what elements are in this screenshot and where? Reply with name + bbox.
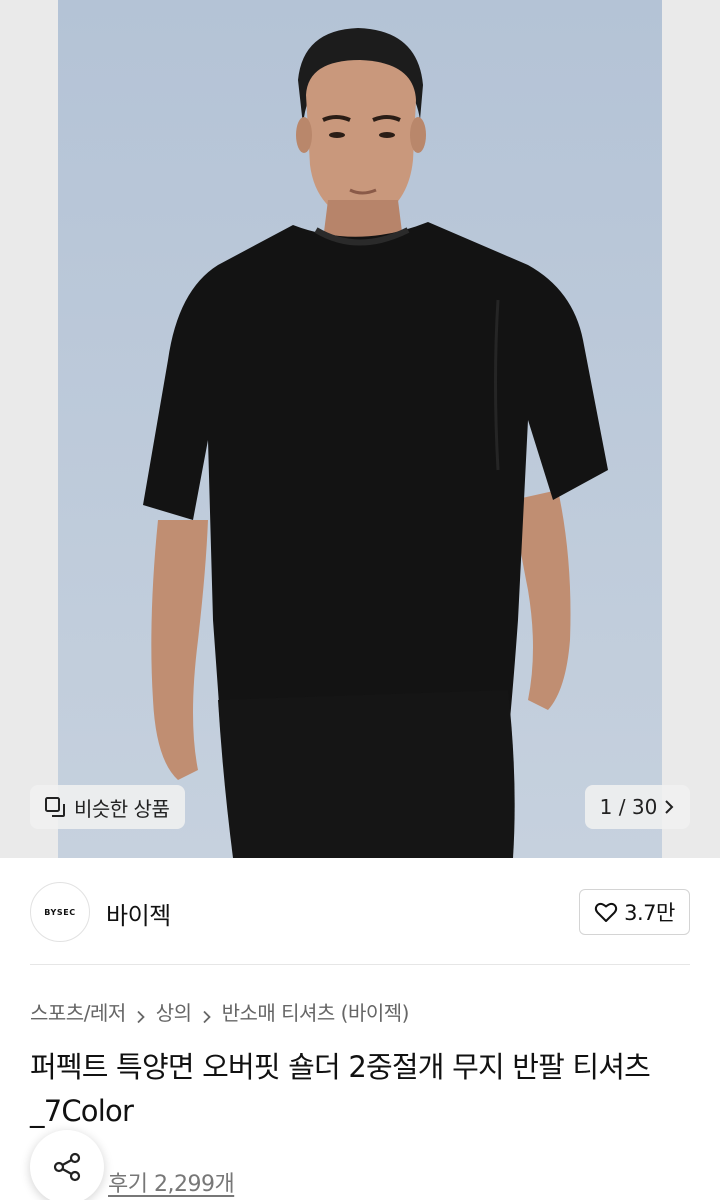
similar-products-button[interactable]: 비슷한 상품 [30, 785, 186, 829]
chevron-right-icon [136, 1005, 146, 1023]
divider [30, 964, 690, 965]
like-button[interactable]: 3.7만 [579, 889, 690, 935]
brand-row: BYSEC 바이젝 3.7만 [0, 858, 720, 966]
brand-name[interactable]: 바이젝 [106, 896, 171, 931]
breadcrumb: 스포츠/레저 상의 반소매 티셔츠 (바이젝) [30, 997, 409, 1026]
image-counter-text: 1 / 30 [599, 795, 658, 819]
product-title: 퍼펙트 특양면 오버핏 숄더 2중절개 무지 반팔 티셔츠_7Color [30, 1050, 651, 1128]
brand-logo-text: BYSEC [44, 907, 76, 917]
chevron-right-icon [663, 799, 675, 815]
chevron-right-icon [202, 1005, 212, 1023]
review-count-link[interactable]: 후기 2,299개 [108, 1166, 235, 1198]
brand-logo[interactable]: BYSEC [30, 882, 90, 942]
heart-outline-icon [594, 901, 618, 923]
similar-products-icon [44, 796, 66, 818]
share-button[interactable] [30, 1130, 104, 1200]
breadcrumb-item-tops[interactable]: 상의 [156, 997, 192, 1026]
image-counter[interactable]: 1 / 30 [585, 785, 690, 829]
product-image-gallery[interactable]: 비슷한 상품 1 / 30 [0, 0, 720, 858]
share-icon [50, 1150, 84, 1184]
similar-products-label: 비슷한 상품 [74, 796, 170, 821]
model-photo-illustration [58, 0, 662, 858]
breadcrumb-item-short-sleeve-tshirts[interactable]: 반소매 티셔츠 (바이젝) [222, 997, 410, 1026]
like-count: 3.7만 [624, 901, 675, 925]
breadcrumb-item-sports-leisure[interactable]: 스포츠/레저 [30, 997, 126, 1026]
product-photo[interactable] [58, 0, 662, 858]
